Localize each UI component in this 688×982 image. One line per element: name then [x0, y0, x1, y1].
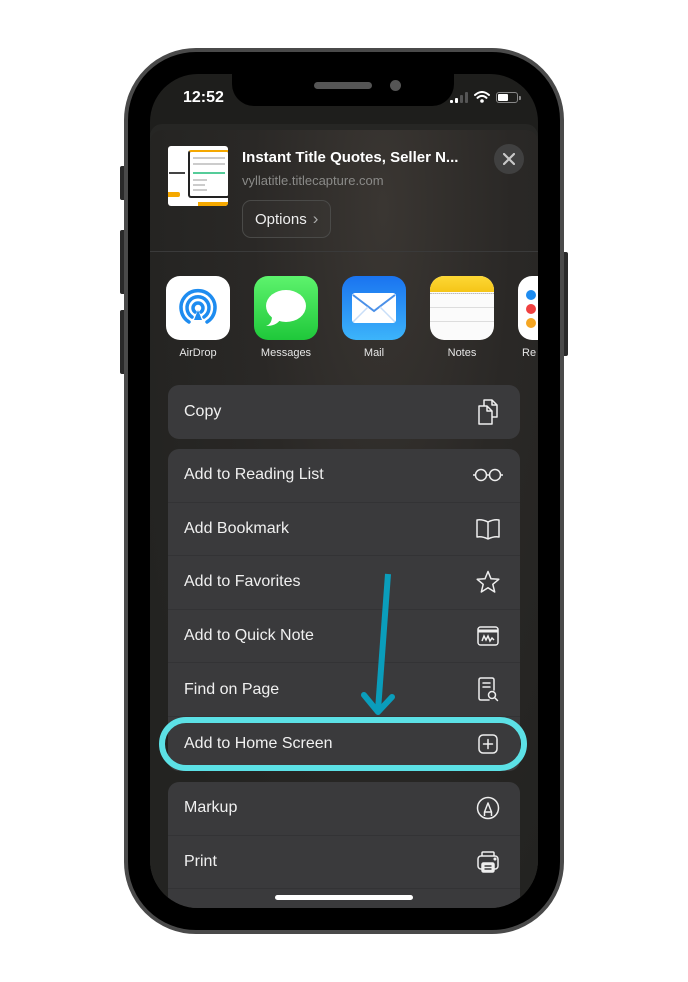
- share-header: Instant Title Quotes, Seller N... vyllat…: [150, 130, 538, 252]
- action-add-to-quick-note[interactable]: Add to Quick Note: [168, 610, 520, 664]
- wifi-icon: [474, 91, 490, 103]
- share-sheet: Instant Title Quotes, Seller N... vyllat…: [150, 130, 538, 908]
- app-airdrop[interactable]: AirDrop: [166, 276, 230, 359]
- book-icon: [472, 516, 504, 542]
- app-label: Messages: [260, 347, 312, 359]
- notes-icon: [430, 276, 494, 340]
- app-label: Mail: [363, 347, 385, 359]
- glasses-icon: [472, 462, 504, 488]
- battery-icon: [496, 91, 521, 103]
- page-title: Instant Title Quotes, Seller N...: [242, 149, 459, 166]
- quick-note-icon: [472, 623, 504, 649]
- close-button[interactable]: [494, 144, 524, 174]
- action-copy[interactable]: Copy: [168, 385, 520, 439]
- action-label: Add to Favorites: [184, 573, 301, 591]
- chevron-right-icon: ›: [312, 209, 319, 228]
- action-markup[interactable]: Markup: [168, 782, 520, 836]
- app-label: Re: [522, 347, 537, 359]
- action-label: Print: [184, 852, 217, 870]
- cellular-signal-icon: [450, 91, 468, 103]
- action-group-extra: Markup Print: [168, 782, 520, 908]
- status-icons: [450, 91, 521, 103]
- action-print[interactable]: Print: [168, 836, 520, 890]
- home-indicator: [275, 895, 413, 900]
- action-add-to-favorites[interactable]: Add to Favorites: [168, 556, 520, 610]
- highlight-ring: [159, 717, 527, 771]
- printer-icon: [472, 849, 504, 875]
- app-row: AirDrop Messages Mail Notes Re: [150, 276, 538, 366]
- app-mail[interactable]: Mail: [342, 276, 406, 359]
- app-messages[interactable]: Messages: [254, 276, 318, 359]
- status-time: 12:52: [183, 89, 224, 106]
- phone-screen: 12:52 Instant Title Quotes, Seller N... …: [150, 74, 538, 908]
- airdrop-icon: [166, 276, 230, 340]
- action-label: Markup: [184, 799, 238, 817]
- markup-icon: [472, 795, 504, 821]
- speaker: [314, 82, 372, 89]
- options-label: Options: [255, 210, 307, 228]
- app-reminders[interactable]: Re: [518, 276, 538, 359]
- notch: [232, 74, 454, 106]
- action-label: Add to Quick Note: [184, 627, 314, 645]
- reminders-icon: [518, 276, 538, 340]
- page-thumbnail: [168, 146, 228, 206]
- copy-icon: [472, 399, 504, 425]
- mail-icon: [342, 276, 406, 340]
- app-label: AirDrop: [179, 347, 217, 359]
- page-url: vyllatitle.titlecapture.com: [242, 173, 384, 188]
- action-add-to-reading-list[interactable]: Add to Reading List: [168, 449, 520, 503]
- action-label: Copy: [184, 402, 222, 420]
- action-label: Add Bookmark: [184, 519, 289, 537]
- action-add-bookmark[interactable]: Add Bookmark: [168, 503, 520, 557]
- app-notes[interactable]: Notes: [430, 276, 494, 359]
- action-label: Add to Reading List: [184, 466, 324, 484]
- close-icon: [503, 153, 515, 165]
- find-on-page-icon: [472, 676, 504, 703]
- action-group-copy: Copy: [168, 385, 520, 439]
- app-label: Notes: [447, 347, 477, 359]
- action-find-on-page[interactable]: Find on Page: [168, 663, 520, 717]
- messages-icon: [254, 276, 318, 340]
- star-icon: [472, 569, 504, 595]
- front-camera: [390, 80, 401, 91]
- action-label: Find on Page: [184, 680, 280, 698]
- options-button[interactable]: Options ›: [242, 200, 332, 238]
